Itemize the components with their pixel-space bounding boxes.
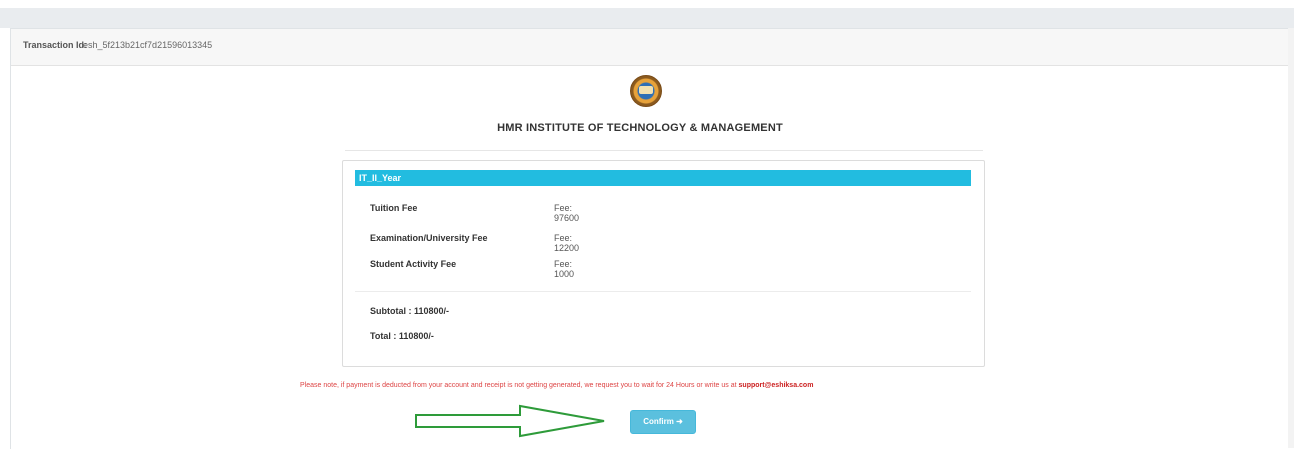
support-email-link[interactable]: support@eshiksa.com bbox=[739, 382, 814, 389]
institute-logo-icon bbox=[630, 75, 662, 107]
fee-amount: Fee: 12200 bbox=[554, 233, 580, 253]
transaction-bar: Transaction Id: esh_5f213b21cf7d21596013… bbox=[11, 29, 1294, 66]
subtotal: Subtotal : 110800/- bbox=[370, 306, 450, 316]
divider bbox=[345, 150, 983, 151]
transaction-id: esh_5f213b21cf7d21596013345 bbox=[83, 40, 213, 50]
notice-text: Please note, if payment is deducted from… bbox=[300, 382, 737, 389]
fee-name: Student Activity Fee bbox=[370, 259, 457, 269]
fee-amount: Fee: 1000 bbox=[554, 259, 575, 279]
confirm-button[interactable]: Confirm ➜ bbox=[630, 410, 696, 434]
fee-card-header: IT_II_Year bbox=[355, 170, 971, 186]
scrollbar[interactable] bbox=[1288, 28, 1294, 448]
arrow-right-icon bbox=[415, 404, 605, 438]
divider bbox=[355, 291, 971, 292]
institute-name: HMR INSTITUTE OF TECHNOLOGY & MANAGEMENT bbox=[497, 122, 783, 134]
fee-name: Tuition Fee bbox=[370, 203, 418, 213]
fee-amount: Fee: 97600 bbox=[554, 203, 580, 223]
fee-name: Examination/University Fee bbox=[370, 233, 488, 243]
payment-notice: Please note, if payment is deducted from… bbox=[300, 382, 1040, 389]
top-strip bbox=[0, 8, 1294, 28]
fee-card: IT_II_Year Tuition Fee Fee: 97600 Examin… bbox=[342, 160, 985, 367]
transaction-label: Transaction Id: bbox=[23, 40, 88, 50]
total: Total : 110800/- bbox=[370, 331, 434, 341]
